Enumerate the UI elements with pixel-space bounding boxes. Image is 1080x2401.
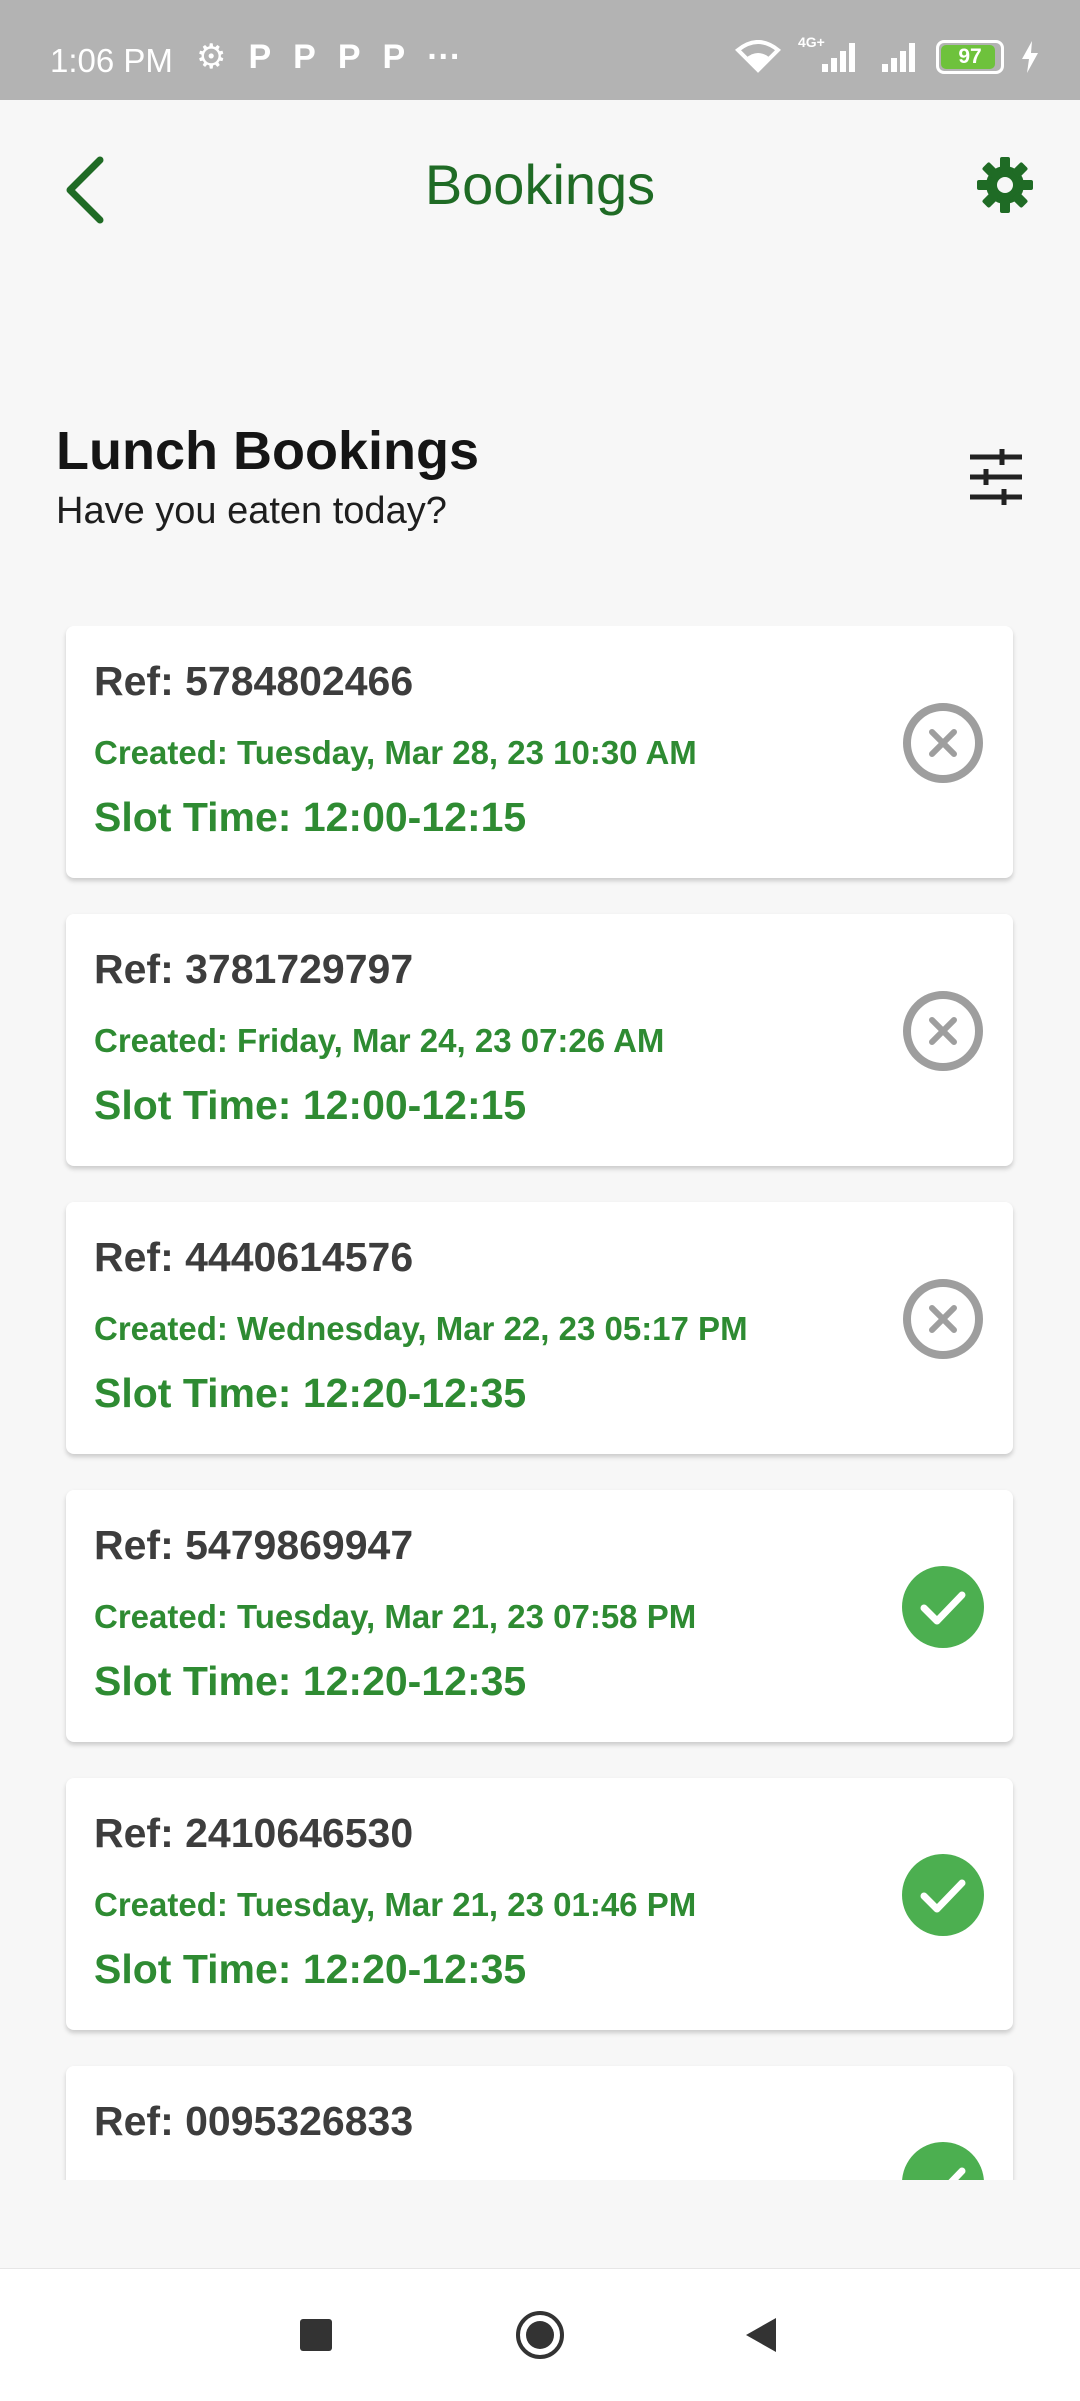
booking-card[interactable]: Ref: 2410646530 Created: Tuesday, Mar 21… [66, 1778, 1013, 2030]
booking-card[interactable]: Ref: 3781729797 Created: Friday, Mar 24,… [66, 914, 1013, 1166]
booking-slot-time: Slot Time: 12:20-12:35 [94, 1658, 527, 1704]
parking-icon: P [248, 38, 272, 76]
cell-signal-4g-icon: 4G+ [798, 34, 860, 74]
parking-icon: P [382, 38, 406, 76]
gear-icon: ⚙ [196, 38, 227, 76]
triangle-back-icon [746, 2318, 776, 2352]
cancelled-x-icon [903, 991, 983, 1071]
booking-card[interactable]: Ref: 5784802466 Created: Tuesday, Mar 28… [66, 626, 1013, 878]
charging-icon [1022, 41, 1038, 73]
gear-icon [977, 157, 1033, 213]
booking-slot-time: Slot Time: 12:00-12:15 [94, 1082, 527, 1128]
cancelled-x-icon [903, 703, 983, 783]
booking-slot-time: Slot Time: 12:00-12:15 [94, 794, 527, 840]
back-nav-button[interactable] [712, 2269, 812, 2401]
filter-button[interactable] [964, 445, 1028, 509]
booking-card[interactable]: Ref: 0095326833 [66, 2066, 1013, 2180]
check-circle-icon [902, 2142, 984, 2180]
recents-button[interactable] [266, 2269, 366, 2401]
booking-ref: Ref: 3781729797 [94, 946, 414, 992]
booking-ref: Ref: 0095326833 [94, 2098, 414, 2144]
booking-slot-time: Slot Time: 12:20-12:35 [94, 1946, 527, 1992]
booking-ref: Ref: 5479869947 [94, 1522, 414, 1568]
system-nav-bar [0, 2268, 1080, 2401]
settings-button[interactable] [960, 140, 1050, 230]
cancelled-x-icon [903, 1279, 983, 1359]
wifi-icon [735, 40, 781, 73]
booking-created: Created: Wednesday, Mar 22, 23 05:17 PM [94, 1310, 748, 1347]
booking-card[interactable]: Ref: 4440614576 Created: Wednesday, Mar … [66, 1202, 1013, 1454]
square-recents-icon [300, 2319, 332, 2351]
booking-created: Created: Tuesday, Mar 21, 23 01:46 PM [94, 1886, 697, 1923]
booking-created: Created: Friday, Mar 24, 23 07:26 AM [94, 1022, 665, 1059]
status-system-icons: 4G+ 97 [734, 34, 1040, 74]
check-circle-icon [902, 1566, 984, 1648]
booking-list[interactable]: Ref: 5784802466 Created: Tuesday, Mar 28… [0, 626, 1080, 2180]
booking-ref: Ref: 2410646530 [94, 1810, 414, 1856]
section-title: Lunch Bookings [56, 421, 479, 481]
booking-ref: Ref: 5784802466 [94, 658, 414, 704]
page-title: Bookings [424, 153, 656, 216]
home-button[interactable] [490, 2269, 590, 2401]
section-subtitle: Have you eaten today? [56, 490, 447, 532]
status-time: 1:06 PM [50, 42, 173, 79]
booking-card[interactable]: Ref: 5479869947 Created: Tuesday, Mar 21… [66, 1490, 1013, 1742]
cell-signal-icon [882, 43, 915, 72]
parking-icon: P [337, 38, 361, 76]
sliders-icon [970, 449, 1022, 505]
circle-home-icon [516, 2311, 564, 2359]
battery-icon: 97 [936, 40, 1004, 74]
booking-created: Created: Tuesday, Mar 28, 23 10:30 AM [94, 734, 697, 771]
battery-level: 97 [958, 45, 982, 68]
booking-created: Created: Tuesday, Mar 21, 23 07:58 PM [94, 1598, 697, 1635]
status-notification-icons: ⚙ P P P P ··· [196, 40, 461, 74]
check-circle-icon [902, 1854, 984, 1936]
parking-icon: P [293, 38, 316, 76]
app-bar: Bookings [0, 100, 1080, 280]
status-bar: 1:06 PM ⚙ P P P P ··· 4G+ 97 [0, 0, 1080, 100]
booking-ref: Ref: 4440614576 [94, 1234, 414, 1280]
booking-slot-time: Slot Time: 12:20-12:35 [94, 1370, 527, 1416]
more-notifications-icon: ··· [427, 38, 462, 76]
